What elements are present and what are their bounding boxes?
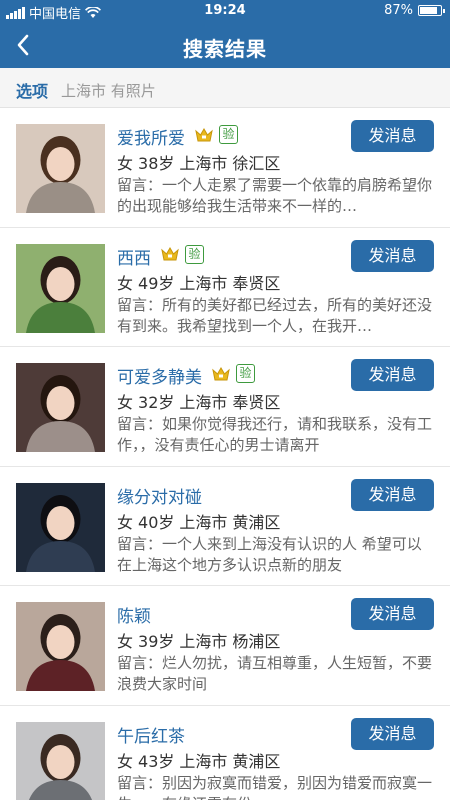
- list-item[interactable]: 陈颖 女 39岁 上海市 杨浦区 留言：烂人勿扰，请互相尊重，人生短暂，不要浪费大家时…: [0, 586, 450, 706]
- list-item[interactable]: 爱我所爱 验 女 38岁 上海市 徐汇区 留言：一个人走累了需要一个依靠的肩膀希望你的…: [0, 108, 450, 228]
- user-age: 40岁: [138, 512, 175, 532]
- user-city: 上海市: [179, 154, 228, 173]
- user-age: 49岁: [138, 273, 175, 293]
- user-age: 43岁: [138, 751, 175, 771]
- page-title: 搜索结果: [183, 37, 267, 61]
- send-message-button[interactable]: 发消息: [351, 120, 434, 152]
- user-info: 女 49岁 上海市 奉贤区: [117, 270, 285, 294]
- user-gender: 女: [117, 273, 134, 293]
- nav-bar: 搜索结果: [0, 22, 450, 68]
- list-item[interactable]: 西西 验 女 49岁 上海市 奉贤区 留言：所有的美好都已经过去，所有的美好还没有到来…: [0, 228, 450, 347]
- user-district: 黄浦区: [232, 751, 281, 771]
- user-name[interactable]: 爱我所爱: [117, 124, 185, 149]
- avatar[interactable]: [16, 243, 105, 333]
- user-message: 留言：一个人走累了需要一个依靠的肩膀希望你的出现能够给我生活带来不一样的…: [117, 176, 433, 215]
- results-list: 爱我所爱 验 女 38岁 上海市 徐汇区 留言：一个人走累了需要一个依靠的肩膀希望你的…: [0, 108, 450, 800]
- user-message: 留言：所有的美好都已经过去，所有的美好还没有到来。我希望找到一个人，在我开…: [117, 295, 433, 335]
- user-info: 女 32岁 上海市 奉贤区: [117, 389, 285, 413]
- verified-badge: 验: [185, 244, 204, 264]
- avatar[interactable]: [16, 721, 105, 800]
- battery-percent: 87%: [384, 3, 413, 18]
- avatar[interactable]: [16, 363, 105, 452]
- battery-icon: [418, 5, 445, 16]
- send-message-button[interactable]: 发消息: [351, 239, 434, 272]
- user-info: 女 38岁 上海市 徐汇区: [117, 150, 285, 174]
- user-name[interactable]: 缘分对对碰: [117, 483, 202, 508]
- badges: 验: [195, 125, 238, 144]
- user-message: 留言：如果你觉得我还行，请和我联系，没有工作，，没有责任心的男士请离开: [117, 415, 433, 454]
- user-district: 黄浦区: [232, 512, 281, 532]
- send-message-button[interactable]: 发消息: [351, 359, 434, 391]
- user-city: 上海市: [179, 393, 228, 412]
- crown-icon: [212, 366, 230, 380]
- crown-icon: [161, 247, 179, 261]
- user-city: 上海市: [179, 512, 228, 532]
- user-name[interactable]: 西西: [117, 244, 151, 269]
- user-city: 上海市: [179, 751, 228, 771]
- user-district: 奉贤区: [232, 273, 281, 293]
- user-city: 上海市: [179, 273, 228, 293]
- user-city: 上海市: [179, 632, 228, 651]
- user-name[interactable]: 午后红茶: [117, 722, 185, 747]
- verified-badge: 验: [236, 364, 255, 383]
- user-message: 留言：别因为寂寞而错爱，别因为错爱而寂寞一生……有缘还需有份: [117, 773, 433, 800]
- avatar-photo: [16, 721, 105, 800]
- user-info: 女 43岁 上海市 黄浦区: [117, 748, 285, 772]
- status-time: 19:24: [204, 3, 246, 18]
- user-age: 38岁: [138, 154, 175, 173]
- filter-bar[interactable]: 选项 上海市 有照片: [0, 68, 450, 108]
- user-name[interactable]: 可爱多静美: [117, 363, 202, 388]
- list-item[interactable]: 缘分对对碰 女 40岁 上海市 黄浦区 留言：一个人来到上海没有认识的人 希望可以在上…: [0, 467, 450, 586]
- avatar-photo: [16, 482, 105, 572]
- status-bar: 中国电信 19:24 87%: [0, 0, 450, 22]
- user-gender: 女: [117, 512, 134, 532]
- avatar-photo: [16, 124, 105, 213]
- user-gender: 女: [117, 632, 134, 651]
- user-district: 奉贤区: [232, 393, 281, 412]
- badges: 验: [212, 364, 255, 383]
- list-item[interactable]: 可爱多静美 验 女 32岁 上海市 奉贤区 留言：如果你觉得我还行，请和我联系，没有工…: [0, 347, 450, 467]
- badges: 验: [161, 244, 204, 264]
- send-message-button[interactable]: 发消息: [351, 478, 434, 511]
- list-item[interactable]: 午后红茶 女43岁上海市黄浦区 留言：别因为寂寞而错爱，别因为错爱而寂寞一生………: [0, 706, 450, 800]
- user-age: 39岁: [138, 632, 175, 651]
- user-info: 女 40岁 上海市 黄浦区: [117, 509, 285, 533]
- user-message: 留言：一个人来到上海没有认识的人 希望可以在上海这个地方多认识点新的朋友: [117, 534, 422, 574]
- send-message-button[interactable]: 发消息: [351, 598, 434, 630]
- avatar[interactable]: [16, 124, 105, 213]
- crown-icon: [195, 127, 213, 141]
- send-message-button[interactable]: 发消息: [351, 717, 434, 750]
- avatar[interactable]: [16, 482, 105, 572]
- user-district: 杨浦区: [232, 632, 281, 651]
- user-age: 32岁: [138, 393, 175, 412]
- filter-value: 上海市 有照片: [61, 82, 156, 100]
- user-gender: 女: [117, 154, 134, 173]
- avatar-photo: [16, 243, 105, 333]
- user-message: 留言：烂人勿扰，请互相尊重，人生短暂，不要浪费大家时间: [117, 654, 433, 693]
- verified-badge: 验: [219, 125, 238, 144]
- user-district: 徐汇区: [232, 154, 281, 173]
- avatar[interactable]: [16, 602, 105, 691]
- user-info: 女 39岁 上海市 杨浦区: [117, 628, 285, 652]
- user-name[interactable]: 陈颖: [117, 602, 151, 627]
- user-gender: 女: [117, 393, 134, 412]
- user-gender: 女: [117, 751, 134, 771]
- avatar-photo: [16, 602, 105, 691]
- filter-options-label[interactable]: 选项: [16, 78, 48, 102]
- avatar-photo: [16, 363, 105, 452]
